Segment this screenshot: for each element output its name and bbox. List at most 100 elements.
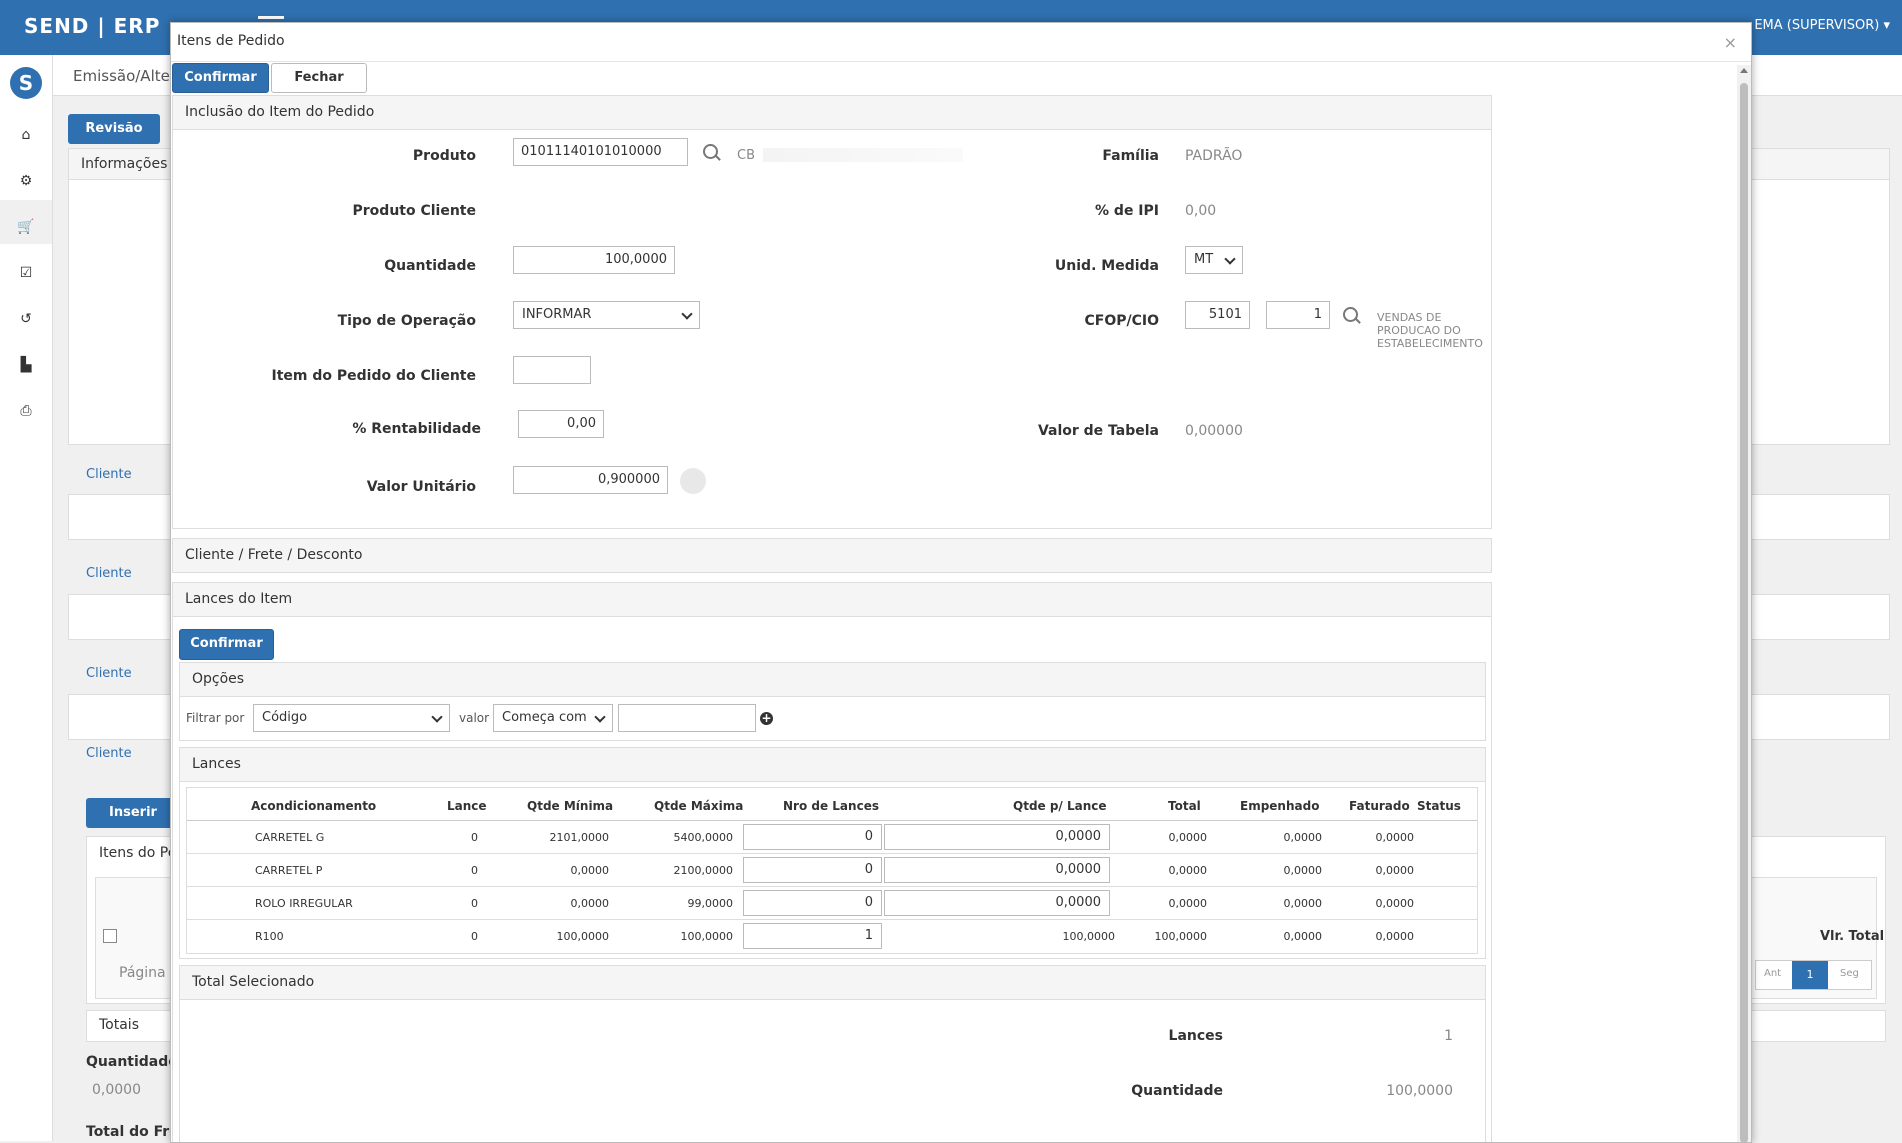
refresh-icon[interactable] (680, 468, 706, 494)
cell-max: 2100,0000 (673, 864, 734, 877)
unid-medida-value: MT (1194, 252, 1214, 267)
familia-value: PADRÃO (1185, 148, 1243, 164)
totais-title: Totais (99, 1017, 139, 1033)
cell-total: 100,0000 (1154, 930, 1208, 943)
revisao-button[interactable]: Revisão (68, 114, 160, 144)
nro-lances-input[interactable]: 1 (743, 923, 882, 949)
user-menu[interactable]: EMA (SUPERVISOR) ▾ (1754, 18, 1890, 33)
qtde-lance-input[interactable]: 0,0000 (884, 890, 1110, 916)
comparador-value: Começa com (502, 710, 587, 725)
close-button[interactable]: Fechar (271, 63, 367, 93)
col-qtde-minima[interactable]: Qtde Mínima (527, 799, 613, 813)
cio-input[interactable]: 1 (1266, 301, 1330, 329)
print-icon[interactable]: ⎙ (16, 401, 36, 421)
scroll-up-icon[interactable] (1740, 68, 1748, 73)
table-row[interactable]: CARRETEL P 0 0,0000 2100,0000 0 0,0000 0… (187, 854, 1477, 886)
checklist-icon[interactable]: ☑ (16, 263, 36, 283)
cell-min: 2101,0000 (549, 831, 610, 844)
app-logo-icon: S (10, 67, 42, 99)
cfop-input[interactable]: 5101 (1185, 301, 1250, 329)
cell-faturado: 0,0000 (1375, 897, 1415, 910)
breadcrumb: Emissão/Alte (73, 67, 170, 85)
menu-toggle-icon[interactable] (258, 16, 284, 19)
lances-confirm-button[interactable]: Confirmar (179, 629, 274, 660)
table-row[interactable]: CARRETEL G 0 2101,0000 5400,0000 0 0,000… (187, 821, 1477, 853)
col-faturado[interactable]: Faturado (1349, 799, 1410, 813)
tipo-operacao-select[interactable]: INFORMAR (513, 301, 700, 329)
nro-lances-input[interactable]: 0 (743, 890, 882, 916)
chevron-down-icon (594, 711, 606, 723)
produto-label: Produto (412, 148, 476, 164)
cell-min: 0,0000 (570, 864, 610, 877)
unid-medida-select[interactable]: MT (1185, 246, 1243, 274)
col-qtde-p-lance[interactable]: Qtde p/ Lance (1013, 799, 1107, 813)
close-icon[interactable]: × (1724, 33, 1737, 52)
opcoes-panel: Opções Filtrar por Código valor Começa c… (179, 662, 1486, 741)
cliente-link-1[interactable]: Cliente (86, 467, 132, 482)
comparador-select[interactable]: Começa com (493, 704, 613, 732)
pagination-current[interactable]: 1 (1792, 961, 1828, 989)
informacoes-title: Informações (81, 156, 168, 172)
chart-icon[interactable]: ▙ (16, 355, 36, 375)
rentabilidade-label: % Rentabilidade (352, 421, 481, 437)
produto-input[interactable]: 01011140101010000 (513, 138, 688, 166)
add-filter-icon[interactable]: + (760, 712, 773, 725)
cfop-label: CFOP/CIO (1084, 313, 1160, 329)
cliente-link-3[interactable]: Cliente (86, 666, 132, 681)
cliente-link-4[interactable]: Cliente (86, 746, 132, 761)
cell-min: 0,0000 (570, 897, 610, 910)
lances-item-section: Lances do Item Confirmar Opções Filtrar … (172, 582, 1492, 1142)
col-acondicionamento[interactable]: Acondicionamento (251, 799, 376, 813)
cell-faturado: 0,0000 (1375, 864, 1415, 877)
col-status[interactable]: Status (1417, 799, 1461, 813)
search-icon[interactable] (703, 144, 718, 159)
nro-lances-input[interactable]: 0 (743, 824, 882, 850)
scrollbar-thumb[interactable] (1740, 83, 1748, 1142)
cliente-frete-section[interactable]: Cliente / Frete / Desconto (172, 538, 1492, 573)
bg-quantidade-label: Quantidade (86, 1054, 178, 1070)
modal-scrollbar[interactable] (1737, 65, 1751, 1142)
rentabilidade-input[interactable]: 0,00 (518, 410, 604, 438)
cell-lance: 0 (471, 831, 478, 844)
brand-logo[interactable]: SEND | ERP (24, 14, 160, 38)
cogs-icon[interactable]: ⚙ (16, 171, 36, 191)
cell-total: 0,0000 (1168, 864, 1208, 877)
cell-acond: ROLO IRREGULAR (255, 897, 353, 910)
inclusao-section: Inclusão do Item do Pedido Produto 01011… (172, 95, 1492, 529)
col-empenhado[interactable]: Empenhado (1240, 799, 1319, 813)
col-nro-lances[interactable]: Nro de Lances (783, 799, 879, 813)
filtro-valor-input[interactable] (618, 704, 756, 732)
search-icon[interactable] (1343, 307, 1358, 322)
home-icon[interactable]: ⌂ (16, 125, 36, 145)
user-name: EMA (SUPERVISOR) (1754, 18, 1880, 33)
table-row[interactable]: R100 0 100,0000 100,0000 1 100,0000 100,… (187, 920, 1477, 952)
chevron-down-icon (1224, 253, 1236, 265)
qtde-lance-input[interactable]: 0,0000 (884, 824, 1110, 850)
filtrar-por-select[interactable]: Código (253, 704, 450, 732)
col-lance[interactable]: Lance (447, 799, 487, 813)
cart-icon[interactable]: 🛒 (16, 217, 36, 237)
confirm-button[interactable]: Confirmar (172, 63, 269, 93)
nro-lances-input[interactable]: 0 (743, 857, 882, 883)
itens-pedido-title: Itens do Pe (99, 845, 177, 861)
pagination-next[interactable]: Seg (1840, 968, 1859, 979)
qtde-lance-input[interactable]: 0,0000 (884, 857, 1110, 883)
cliente-link-2[interactable]: Cliente (86, 566, 132, 581)
cell-empenhado: 0,0000 (1283, 831, 1323, 844)
cell-min: 100,0000 (556, 930, 610, 943)
cell-qtde-lance: 100,0000 (1062, 930, 1116, 943)
lances-title: Lances (192, 756, 241, 772)
valor-tabela-label: Valor de Tabela (1037, 423, 1159, 439)
pagination-prev[interactable]: Ant (1764, 968, 1781, 979)
select-all-checkbox[interactable] (103, 929, 117, 943)
quantidade-input[interactable]: 100,0000 (513, 246, 675, 274)
inserir-button[interactable]: Inserir (86, 798, 180, 828)
table-row[interactable]: ROLO IRREGULAR 0 0,0000 99,0000 0 0,0000… (187, 887, 1477, 919)
history-icon[interactable]: ↺ (16, 309, 36, 329)
ipi-label: % de IPI (1095, 203, 1159, 219)
col-total[interactable]: Total (1168, 799, 1201, 813)
item-pedido-cliente-input[interactable] (513, 356, 591, 384)
valor-unitario-input[interactable]: 0,900000 (513, 466, 668, 494)
col-qtde-maxima[interactable]: Qtde Máxima (654, 799, 743, 813)
bg-quantidade-value: 0,0000 (92, 1082, 141, 1098)
